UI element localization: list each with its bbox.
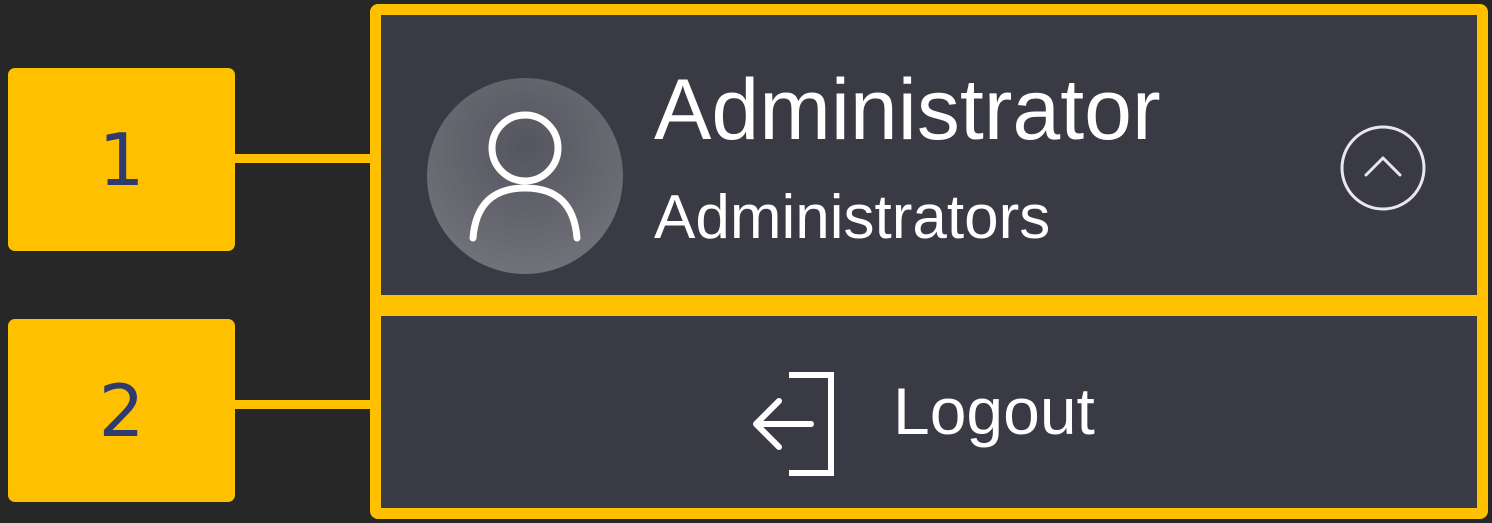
user-name: Administrator	[654, 62, 1161, 158]
chevron-up-circle-icon	[1340, 125, 1426, 211]
callout-badge-1: 1	[8, 68, 235, 251]
user-panel-highlight: Administrator Administrators	[370, 4, 1488, 306]
callout-badge-2: 2	[8, 319, 235, 502]
user-icon	[469, 111, 581, 242]
callout-connector-1	[235, 154, 375, 163]
user-role: Administrators	[654, 183, 1051, 252]
logout-icon	[753, 372, 834, 476]
callout-connector-2	[235, 400, 375, 409]
logout-button[interactable]: Logout	[381, 316, 1477, 508]
logout-highlight: Logout	[370, 306, 1488, 519]
logout-label: Logout	[893, 374, 1095, 448]
user-panel[interactable]: Administrator Administrators	[381, 15, 1477, 295]
callout-number: 2	[98, 368, 145, 453]
callout-number: 1	[98, 117, 145, 202]
user-menu-toggle-button[interactable]	[1338, 123, 1428, 213]
avatar	[427, 78, 623, 274]
